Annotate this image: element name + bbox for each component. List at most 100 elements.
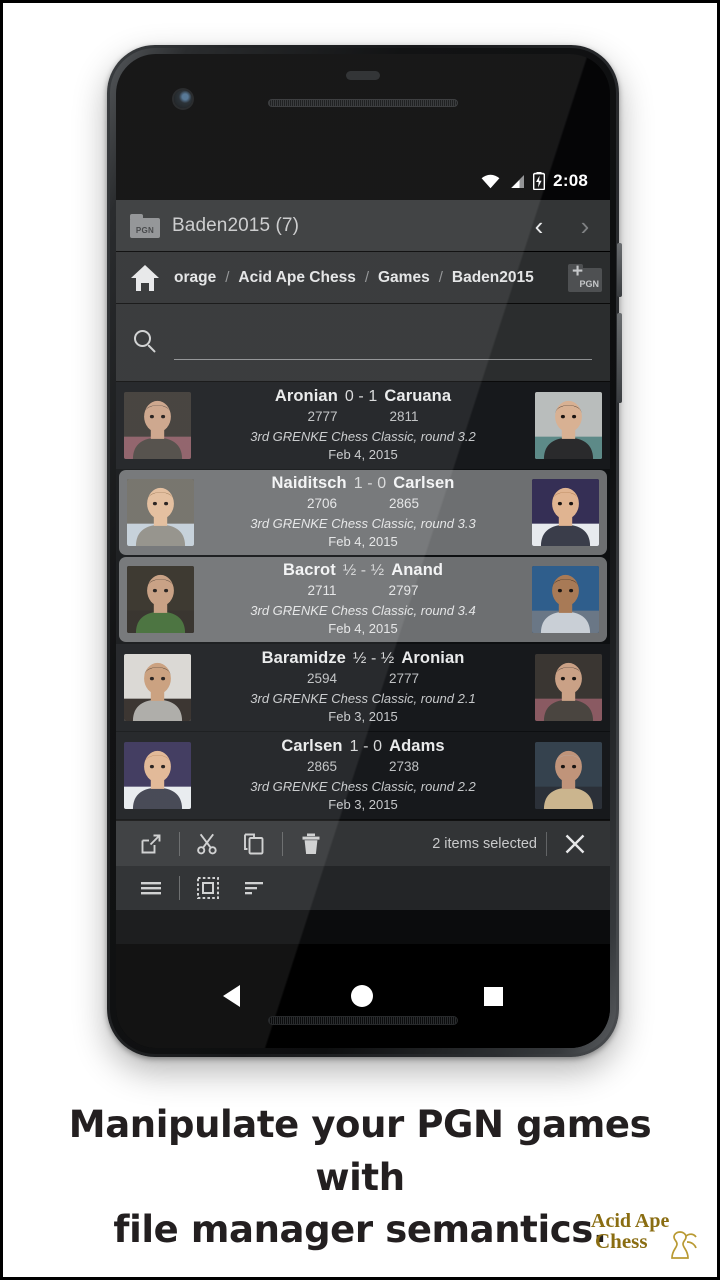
game-list[interactable]: Aronian 0 - 1 Caruana 2777 2811 3rd GRENKE Ch…: [116, 382, 610, 819]
game-players: Bacrot ½ - ½ Anand: [200, 560, 526, 581]
game-list-item[interactable]: Bacrot ½ - ½ Anand 2711 2797 3rd GRENKE Chess…: [119, 557, 607, 642]
white-player-elo: 2594: [306, 671, 337, 687]
black-player-elo: 2777: [389, 671, 420, 687]
white-player-elo: 2706: [306, 496, 337, 512]
game-score: 1 - 0: [353, 475, 387, 493]
toolbar-divider: [179, 831, 180, 856]
phone-screen: 2:08 PGN Baden2015 (7) ‹ › orage / Acid …: [116, 54, 610, 1048]
game-score: 0 - 1: [344, 388, 378, 406]
breadcrumb-item-games[interactable]: Games: [378, 269, 430, 287]
game-date: Feb 4, 2015: [328, 534, 398, 550]
game-list-item[interactable]: Carlsen 1 - 0 Adams 2865 2738 3rd GRENKE Ches…: [116, 732, 610, 819]
game-ratings: 2711 2797: [200, 581, 526, 601]
black-player-elo: 2811: [389, 409, 419, 425]
game-list-item[interactable]: Naiditsch 1 - 0 Carlsen 2706 2865 3rd GRENKE …: [119, 470, 607, 555]
cut-icon[interactable]: [185, 824, 231, 864]
ape-pawn-icon: [671, 1231, 697, 1259]
game-event: 3rd GRENKE Chess Classic, round 2.1: [250, 690, 476, 706]
copy-icon[interactable]: [231, 824, 277, 864]
search-bar: [116, 304, 610, 382]
white-player-elo: 2865: [306, 759, 337, 775]
toolbar-divider: [546, 831, 547, 856]
black-player-avatar: [535, 392, 602, 459]
home-icon[interactable]: [130, 264, 160, 291]
game-ratings: 2594 2777: [197, 669, 529, 689]
search-icon: [134, 329, 160, 356]
breadcrumb-item-acid-ape-chess[interactable]: Acid Ape Chess: [238, 269, 355, 287]
white-player-name: Carlsen: [281, 737, 343, 756]
black-player-avatar: [535, 742, 602, 809]
game-date: Feb 3, 2015: [328, 709, 398, 725]
wifi-icon: [481, 174, 500, 188]
game-list-item[interactable]: Aronian 0 - 1 Caruana 2777 2811 3rd GRENKE Ch…: [116, 382, 610, 469]
game-event: 3rd GRENKE Chess Classic, round 2.2: [250, 778, 476, 794]
back-triangle-icon[interactable]: [223, 985, 241, 1007]
black-player-name: Carlsen: [393, 474, 455, 493]
white-player-name: Bacrot: [282, 561, 336, 580]
game-players: Aronian 0 - 1 Caruana: [197, 386, 529, 407]
next-folder-button[interactable]: ›: [568, 208, 602, 244]
white-player-name: Aronian: [274, 387, 338, 406]
game-details: Bacrot ½ - ½ Anand 2711 2797 3rd GRENKE Chess…: [194, 560, 532, 638]
android-navigation-bar: [116, 944, 610, 1048]
sort-icon[interactable]: [231, 868, 277, 908]
add-pgn-folder-button[interactable]: PGN +: [568, 260, 602, 292]
game-list-item[interactable]: Baramidze ½ - ½ Aronian 2594 2777 3rd GRENKE …: [116, 644, 610, 731]
game-details: Baramidze ½ - ½ Aronian 2594 2777 3rd GRENKE …: [191, 648, 535, 726]
search-input[interactable]: [174, 325, 592, 360]
phone-device-frame: 2:08 PGN Baden2015 (7) ‹ › orage / Acid …: [107, 45, 622, 1057]
breadcrumb-separator: /: [438, 269, 443, 286]
caption-line-1: Manipulate your PGN games with: [68, 1103, 652, 1199]
white-player-elo: 2711: [307, 583, 337, 599]
home-circle-icon[interactable]: [350, 985, 373, 1007]
promo-screenshot: 2:08 PGN Baden2015 (7) ‹ › orage / Acid …: [0, 0, 720, 1280]
previous-folder-button[interactable]: ‹: [522, 208, 556, 244]
toolbar-divider: [282, 831, 283, 856]
game-players: Naiditsch 1 - 0 Carlsen: [200, 473, 526, 494]
signal-icon: [511, 174, 525, 188]
app-content: PGN Baden2015 (7) ‹ › orage / Acid Ape C…: [116, 200, 610, 944]
game-score: ½ - ½: [352, 650, 395, 668]
black-player-avatar: [532, 479, 599, 546]
game-players: Baramidze ½ - ½ Aronian: [197, 648, 529, 669]
white-player-avatar: [127, 479, 194, 546]
game-details: Naiditsch 1 - 0 Carlsen 2706 2865 3rd GRENKE …: [194, 473, 532, 551]
black-player-elo: 2797: [388, 583, 419, 599]
volume-button[interactable]: [617, 313, 622, 403]
earpiece-speaker-icon: [268, 99, 458, 107]
breadcrumb-item-storage[interactable]: orage: [174, 269, 216, 287]
black-player-elo: 2738: [389, 759, 420, 775]
status-bar: 2:08: [116, 162, 610, 200]
black-player-avatar: [535, 654, 602, 721]
toolbar-divider: [179, 876, 180, 900]
page-title: Baden2015 (7): [172, 214, 300, 236]
recents-square-icon[interactable]: [483, 986, 503, 1006]
selection-action-bar: 2 items selected: [116, 820, 610, 866]
game-details: Carlsen 1 - 0 Adams 2865 2738 3rd GRENKE Ches…: [191, 736, 535, 814]
black-player-name: Anand: [391, 561, 444, 580]
bottom-speaker-icon: [268, 1016, 458, 1025]
white-player-avatar: [124, 392, 191, 459]
white-player-avatar: [127, 566, 194, 633]
battery-charging-icon: [533, 172, 546, 190]
breadcrumb-item-baden2015[interactable]: Baden2015: [452, 269, 534, 287]
view-options-toolbar: [116, 866, 610, 910]
game-ratings: 2865 2738: [197, 757, 529, 777]
share-icon[interactable]: [128, 824, 174, 864]
black-player-name: Adams: [389, 737, 445, 756]
breadcrumb-separator: /: [225, 269, 230, 286]
black-player-elo: 2865: [389, 496, 420, 512]
white-player-name: Naiditsch: [271, 474, 347, 493]
power-button[interactable]: [617, 243, 622, 297]
delete-icon[interactable]: [288, 824, 334, 864]
game-ratings: 2777 2811: [197, 407, 529, 427]
select-all-icon[interactable]: [185, 868, 231, 908]
close-icon[interactable]: [552, 824, 598, 864]
plus-icon: +: [572, 260, 584, 282]
black-player-name: Caruana: [384, 387, 452, 406]
pgn-folder-icon-label: PGN: [135, 225, 155, 235]
sensor-slot-icon: [346, 71, 380, 80]
menu-icon[interactable]: [128, 868, 174, 908]
breadcrumb: orage / Acid Ape Chess / Games / Baden20…: [116, 252, 610, 304]
white-player-avatar: [124, 654, 191, 721]
